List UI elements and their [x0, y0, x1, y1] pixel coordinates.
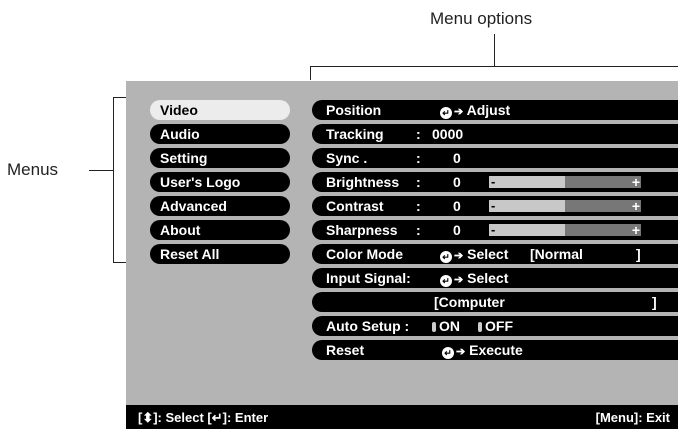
status-hint-left: [⬍]: Select [↵]: Enter: [138, 410, 269, 425]
option-label: Contrast: [326, 198, 384, 214]
enter-icon: ↵: [440, 275, 452, 287]
sharpness-slider[interactable]: - +: [489, 222, 641, 238]
option-action: Execute: [469, 342, 523, 358]
input-current-value: [Computer: [434, 294, 505, 310]
slider-minus: -: [491, 222, 496, 237]
menu-item-advanced[interactable]: Advanced: [150, 196, 290, 216]
slider-fill: [489, 200, 565, 212]
menu-item-users-logo[interactable]: User's Logo: [150, 172, 290, 192]
option-label: Color Mode: [326, 246, 403, 262]
slider-plus: +: [631, 198, 640, 214]
auto-setup-off-label: OFF: [485, 318, 513, 334]
option-label: Reset: [326, 342, 365, 358]
option-auto-setup[interactable]: Auto Setup : ON OFF: [312, 316, 678, 336]
option-color-mode[interactable]: Color Mode ↵ ➔ Select [Normal ]: [312, 244, 678, 264]
option-close-bracket: ]: [636, 246, 641, 262]
option-separator: :: [416, 222, 421, 238]
option-label: Auto Setup :: [326, 318, 410, 334]
option-label: Sharpness: [326, 222, 398, 238]
option-reset[interactable]: Reset ↵ ➔ Execute: [312, 340, 678, 360]
menu-options-bracket-stem: [494, 34, 495, 66]
option-input-current: [Computer ]: [312, 292, 678, 312]
option-value: 0: [453, 150, 461, 166]
menus-bracket-bottom: [113, 262, 127, 263]
option-action: Select: [467, 270, 509, 286]
option-sharpness[interactable]: Sharpness : 0 - +: [312, 220, 678, 240]
slider-minus: -: [491, 198, 496, 213]
arrow-right-icon: ➔: [456, 346, 466, 358]
menu-item-setting[interactable]: Setting: [150, 148, 290, 168]
menu-options-label: Menu options: [430, 9, 533, 28]
radio-icon: [432, 322, 436, 332]
menu-item-about[interactable]: About: [150, 220, 290, 240]
auto-setup-off[interactable]: OFF: [478, 316, 513, 336]
option-action: Select: [467, 246, 509, 262]
auto-setup-on-label: ON: [439, 318, 460, 334]
enter-icon: ↵: [442, 347, 454, 359]
arrow-right-icon: ➔: [454, 250, 464, 262]
option-separator: :: [416, 150, 421, 166]
menu-options-bracket-left: [310, 66, 311, 80]
option-label: Input Signal:: [326, 270, 411, 286]
option-value: 0000: [432, 126, 464, 142]
input-close-bracket: ]: [652, 294, 657, 310]
menu-item-video[interactable]: Video: [150, 100, 290, 120]
enter-arrow-group: ↵ ➔ Select: [440, 244, 508, 266]
menus-label: Menus: [7, 160, 59, 179]
slider-plus: +: [631, 222, 640, 238]
option-tracking[interactable]: Tracking : 0000: [312, 124, 678, 144]
option-label: Brightness: [326, 174, 400, 190]
option-input-signal[interactable]: Input Signal: ↵ ➔ Select: [312, 268, 678, 288]
option-value: 0: [453, 174, 461, 190]
option-value: 0: [453, 222, 461, 238]
option-label: Tracking: [326, 126, 384, 142]
enter-icon: ↵: [440, 251, 452, 263]
option-separator: :: [416, 174, 421, 190]
contrast-slider[interactable]: - +: [489, 198, 641, 214]
menus-bracket-top: [113, 97, 127, 98]
option-separator: :: [416, 198, 421, 214]
brightness-slider[interactable]: - +: [489, 174, 641, 190]
option-label: Sync .: [326, 150, 368, 166]
enter-arrow-group: ↵ ➔ Select: [440, 268, 508, 290]
option-sync[interactable]: Sync . : 0: [312, 148, 678, 168]
radio-icon: [478, 322, 482, 332]
enter-arrow-group: ↵ ➔ Execute: [442, 340, 523, 362]
option-separator: :: [416, 126, 421, 142]
menu-item-audio[interactable]: Audio: [150, 124, 290, 144]
menus-bracket-stem: [89, 170, 114, 171]
slider-plus: +: [631, 174, 640, 190]
arrow-right-icon: ➔: [454, 274, 464, 286]
status-hint-right: [Menu]: Exit: [595, 410, 670, 425]
option-position[interactable]: Position ↵ ➔ Adjust: [312, 100, 678, 120]
menus-bracket-vertical: [113, 97, 114, 263]
option-contrast[interactable]: Contrast : 0 - +: [312, 196, 678, 216]
slider-fill: [489, 176, 565, 188]
option-brightness[interactable]: Brightness : 0 - +: [312, 172, 678, 192]
slider-minus: -: [491, 174, 496, 189]
menu-item-reset-all[interactable]: Reset All: [150, 244, 290, 264]
option-action: Adjust: [466, 102, 511, 118]
enter-icon: ↵: [440, 107, 452, 119]
option-value: 0: [453, 198, 461, 214]
slider-fill: [489, 224, 565, 236]
option-label: Position: [326, 102, 382, 118]
status-bar: [⬍]: Select [↵]: Enter [Menu]: Exit: [126, 405, 678, 429]
menu-options-bracket-top: [310, 66, 678, 67]
arrow-right-icon: ➔: [454, 106, 464, 118]
enter-arrow-group: ↵ ➔ Adjust: [440, 100, 510, 122]
auto-setup-on[interactable]: ON: [432, 316, 460, 336]
option-current-value: [Normal: [530, 246, 583, 262]
